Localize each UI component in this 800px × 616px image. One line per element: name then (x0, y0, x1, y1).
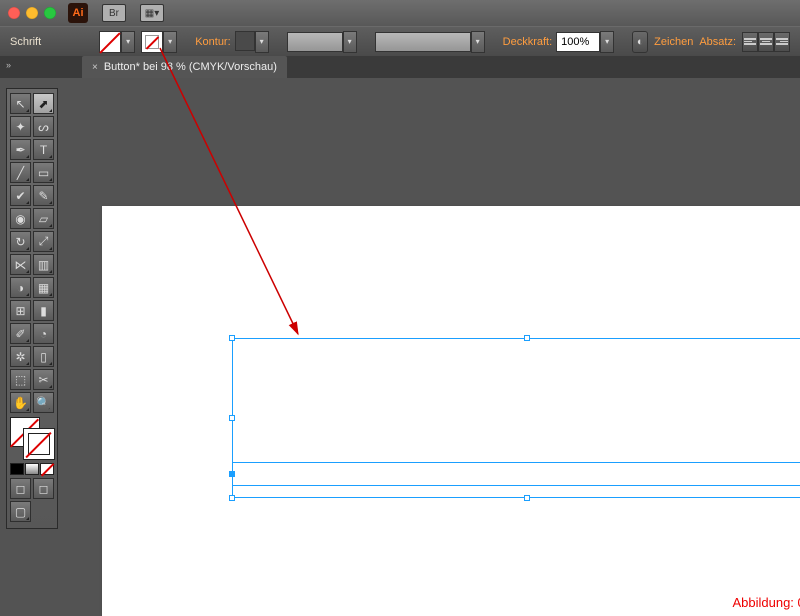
blob-brush-tool[interactable]: ◉ (10, 208, 31, 229)
opacity-dropdown[interactable] (600, 31, 614, 53)
brush-dropdown[interactable] (471, 31, 485, 53)
rectangle-tool[interactable]: ▭ (33, 162, 54, 183)
align-right-button[interactable] (774, 32, 790, 52)
fill-dropdown[interactable] (121, 31, 135, 53)
fill-swatch[interactable] (99, 31, 121, 53)
pencil-tool[interactable]: ✎ (33, 185, 54, 206)
bridge-button[interactable]: Br (102, 4, 126, 22)
color-mode-none[interactable] (40, 463, 54, 475)
toolbox: ↖⬈ ✦ᔕ ✒T ╱▭ ✔✎ ◉▱ ↻⤢ ⋉▥ ◑▦ ⊞▮ ✐◔ ✲▯ ⬚✂ ✋… (6, 88, 58, 529)
minimize-window-button[interactable] (26, 7, 38, 19)
draw-mode-behind[interactable]: ◻ (33, 478, 54, 499)
variable-width-dropdown[interactable] (343, 31, 357, 53)
slice-tool[interactable]: ✂ (33, 369, 54, 390)
perspective-grid-tool[interactable]: ▦ (33, 277, 54, 298)
stroke-indicator[interactable] (24, 429, 54, 459)
brush-tool[interactable]: ✔ (10, 185, 31, 206)
stroke-dropdown[interactable] (163, 31, 177, 53)
selection-tool[interactable]: ↖ (10, 93, 31, 114)
artboard[interactable]: Abbildung: 05 (102, 206, 800, 616)
hand-tool[interactable]: ✋ (10, 392, 31, 413)
direct-selection-tool[interactable]: ⬈ (33, 93, 54, 114)
opacity-input[interactable]: 100% (556, 32, 600, 52)
align-left-button[interactable] (742, 32, 758, 52)
zoom-tool[interactable]: 🔍 (33, 392, 54, 413)
screen-mode-button[interactable]: ▢ (10, 501, 31, 522)
figure-caption: Abbildung: 05 (732, 595, 800, 610)
variable-width-profile[interactable] (287, 32, 343, 52)
control-bar: Schrift Kontur: Deckkraft: 100% ◐ Zeiche… (0, 26, 800, 56)
zeichen-link[interactable]: Zeichen (654, 36, 693, 48)
document-viewport[interactable]: Abbildung: 05 (76, 78, 800, 600)
line-tool[interactable]: ╱ (10, 162, 31, 183)
artboard-tool[interactable]: ⬚ (10, 369, 31, 390)
selected-rectangle-inner[interactable] (232, 462, 800, 486)
rotate-tool[interactable]: ↻ (10, 231, 31, 252)
absatz-link[interactable]: Absatz: (699, 36, 736, 48)
eyedropper-tool[interactable]: ✐ (10, 323, 31, 344)
stroke-weight-dropdown[interactable] (255, 31, 269, 53)
fill-stroke-indicator[interactable] (10, 417, 54, 459)
close-window-button[interactable] (8, 7, 20, 19)
type-label: Schrift (10, 36, 41, 48)
document-tabstrip: × Button* bei 98 % (CMYK/Vorschau) (0, 56, 800, 78)
lasso-tool[interactable]: ᔕ (33, 116, 54, 137)
color-mode-solid[interactable] (10, 463, 24, 475)
recolor-artwork-button[interactable]: ◐ (632, 31, 648, 53)
draw-mode-normal[interactable]: ◻ (10, 478, 31, 499)
symbol-sprayer-tool[interactable]: ✲ (10, 346, 31, 367)
deckkraft-label: Deckkraft: (503, 36, 553, 48)
blend-tool[interactable]: ◔ (33, 323, 54, 344)
pen-tool[interactable]: ✒ (10, 139, 31, 160)
eraser-tool[interactable]: ▱ (33, 208, 54, 229)
align-center-button[interactable] (758, 32, 774, 52)
kontur-label: Kontur: (195, 36, 230, 48)
mesh-tool[interactable]: ⊞ (10, 300, 31, 321)
free-transform-tool[interactable]: ▥ (33, 254, 54, 275)
color-mode-row (10, 463, 54, 475)
document-tab-title: Button* bei 98 % (CMYK/Vorschau) (104, 61, 277, 73)
stroke-weight-input[interactable] (235, 31, 255, 51)
document-tab[interactable]: × Button* bei 98 % (CMYK/Vorschau) (82, 56, 287, 78)
type-tool[interactable]: T (33, 139, 54, 160)
tab-menu-chevron[interactable]: » (6, 60, 11, 70)
gradient-tool[interactable]: ▮ (33, 300, 54, 321)
width-tool[interactable]: ⋉ (10, 254, 31, 275)
color-mode-gradient[interactable] (25, 463, 39, 475)
maximize-window-button[interactable] (44, 7, 56, 19)
window-titlebar: Ai Br ▦▾ (0, 0, 800, 26)
column-graph-tool[interactable]: ▯ (33, 346, 54, 367)
magic-wand-tool[interactable]: ✦ (10, 116, 31, 137)
shape-builder-tool[interactable]: ◑ (10, 277, 31, 298)
app-icon: Ai (68, 3, 88, 23)
brush-definition[interactable] (375, 32, 471, 52)
scale-tool[interactable]: ⤢ (33, 231, 54, 252)
stroke-swatch[interactable] (141, 31, 163, 53)
close-tab-icon[interactable]: × (92, 62, 98, 73)
arrange-documents-button[interactable]: ▦▾ (140, 4, 164, 22)
